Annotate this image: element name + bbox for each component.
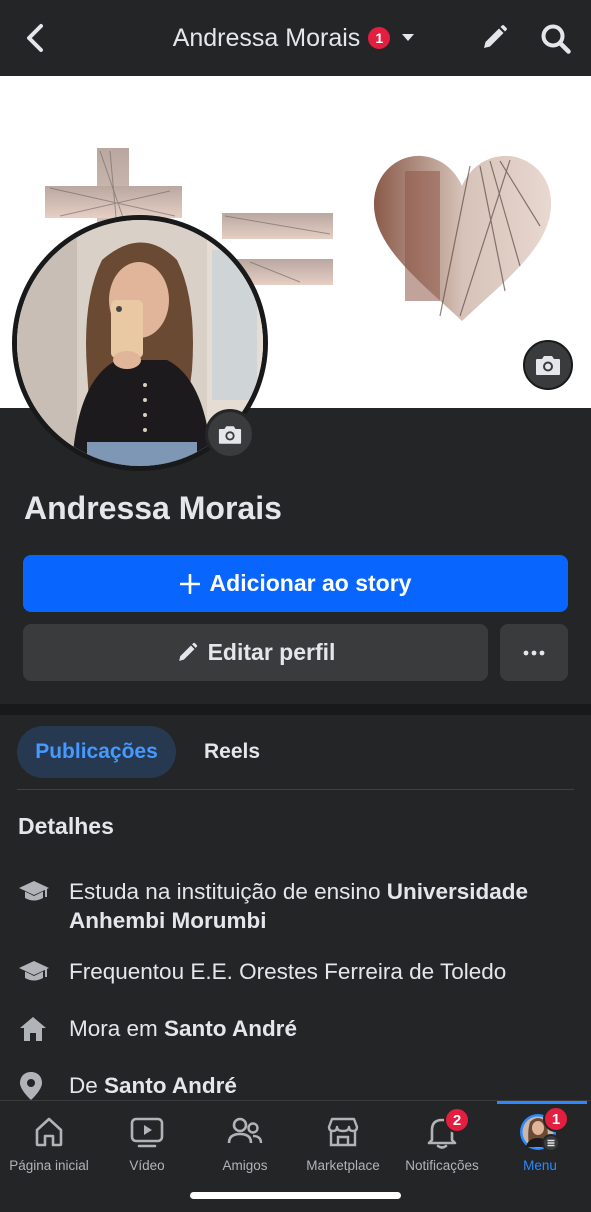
camera-icon [536,356,560,375]
menu-badge: 1 [543,1106,569,1132]
detail-from-city[interactable]: Santo André [104,1073,237,1098]
nav-item-home[interactable]: Página inicial [0,1101,98,1185]
home-outline-icon [35,1117,63,1147]
detail-lives-prefix: Mora em [69,1016,165,1041]
notifications-badge: 2 [444,1107,470,1133]
nav-label-marketplace: Marketplace [306,1158,380,1173]
tab-reels[interactable]: Reels [184,726,280,778]
marketplace-icon [327,1117,359,1147]
profile-picture-camera-button[interactable] [205,409,255,459]
plus-icon [179,573,200,594]
nav-item-notifications[interactable]: 2 Notificações [393,1101,491,1185]
detail-item-from: De Santo André [18,1071,578,1100]
search-button[interactable] [537,20,575,58]
nav-item-marketplace[interactable]: Marketplace [294,1101,392,1185]
profile-name: Andressa Morais [24,490,282,526]
video-icon [130,1117,164,1148]
graduation-cap-icon [18,957,69,986]
detail-item-attended: Frequentou E.E. Orestes Ferreira de Tole… [18,957,578,986]
detail-item-lives: Mora em Santo André [18,1014,578,1043]
nav-label-friends: Amigos [222,1158,268,1173]
home-icon [18,1014,69,1043]
nav-item-video[interactable]: Vídeo [98,1101,196,1185]
graduation-cap-icon [18,877,69,906]
detail-from-prefix: De [69,1073,105,1098]
tabs-divider [17,789,574,790]
pencil-icon [484,25,507,48]
nav-item-menu[interactable]: 1 Menu [491,1101,589,1185]
caret-down-icon [402,34,415,41]
details-title: Detalhes [18,813,114,839]
tab-publicacoes[interactable]: Publicações [17,726,176,778]
friends-icon [227,1117,263,1144]
add-to-story-button[interactable]: Adicionar ao story [23,555,568,612]
nav-item-friends[interactable]: Amigos [196,1101,294,1185]
chevron-left-icon [27,24,43,52]
edit-button[interactable] [476,20,512,56]
add-to-story-label: Adicionar ao story [209,570,412,596]
location-pin-icon [18,1071,69,1100]
edit-profile-label: Editar perfil [207,639,336,665]
section-divider [0,704,591,715]
detail-study-prefix: Estuda na instituição de ensino [69,879,387,904]
detail-lives-city[interactable]: Santo André [164,1016,297,1041]
camera-icon [218,425,242,444]
title-notification-badge: 1 [368,27,391,49]
pencil-icon [178,642,197,661]
detail-item-study: Estuda na instituição de ensino Universi… [18,877,578,935]
cover-camera-button[interactable] [523,340,573,390]
search-icon [541,24,571,54]
more-dots-icon [523,650,545,655]
more-options-button[interactable] [500,624,568,681]
detail-attended-text: Frequentou E.E. Orestes Ferreira de Tole… [69,959,507,984]
back-button[interactable] [18,20,52,56]
nav-label-menu: Menu [523,1158,557,1173]
nav-label-video: Vídeo [129,1158,165,1173]
nav-label-home: Página inicial [9,1158,89,1173]
top-bar: Andressa Morais 1 [0,0,591,76]
home-indicator[interactable] [190,1192,401,1199]
account-switch-dropdown[interactable] [398,28,418,48]
page-title[interactable]: Andressa Morais [173,24,361,53]
nav-label-notifications: Notificações [405,1158,479,1173]
edit-profile-button[interactable]: Editar perfil [23,624,488,681]
